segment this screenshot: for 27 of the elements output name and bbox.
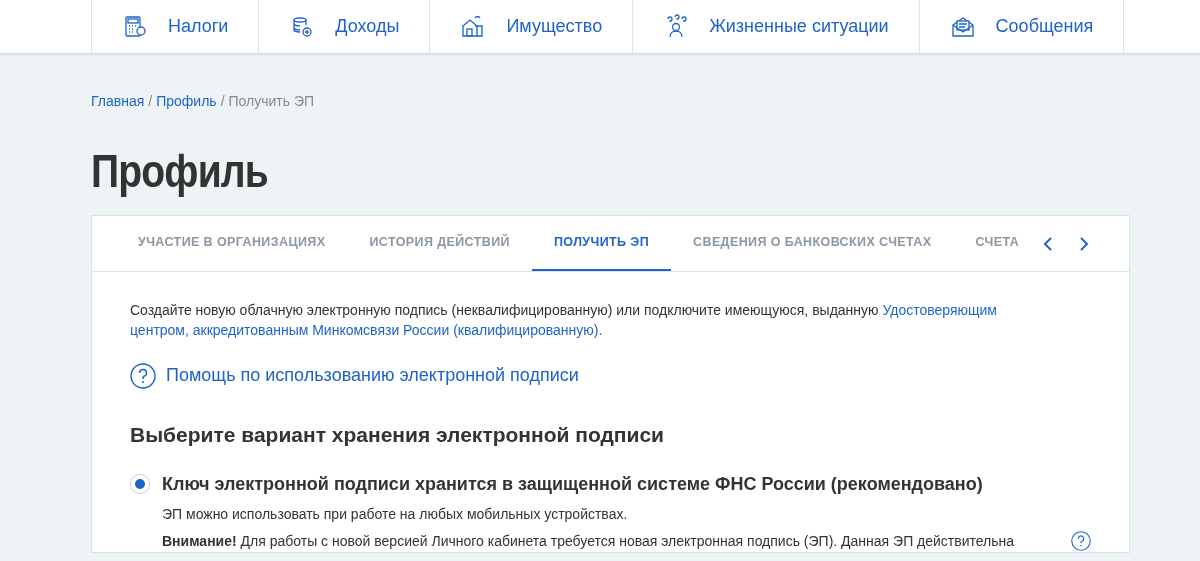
help-icon bbox=[130, 362, 156, 389]
intro-link[interactable]: Удостоверяющим bbox=[882, 302, 997, 318]
nav-item[interactable]: Жизненные ситуации bbox=[632, 0, 919, 53]
warning-text: Внимание! Для работы с новой версией Личного кабинета требуется новая электронная подпись (ЭП). Данная ЭП действительна bbox=[162, 531, 1015, 551]
breadcrumb-separator: / bbox=[148, 93, 153, 109]
help-link[interactable]: Помощь по использованию электронной подписи bbox=[130, 362, 579, 389]
intro-link[interactable]: центром, аккредитованным Минкомсвязи России (квалифицированную). bbox=[130, 322, 603, 338]
tab[interactable]: СВЕДЕНИЯ О БАНКОВСКИХ СЧЕТАХ bbox=[671, 216, 954, 271]
breadcrumb-link[interactable]: Главная bbox=[91, 93, 145, 109]
option-label: Ключ электронной подписи хранится в защищенной системе ФНС России (рекомендовано) bbox=[162, 472, 983, 496]
nav-item[interactable]: Имущество bbox=[429, 0, 633, 53]
nav-item[interactable]: Доходы bbox=[258, 0, 430, 53]
tab[interactable]: УЧАСТИЕ В ОРГАНИЗАЦИЯХ bbox=[116, 216, 348, 271]
help-icon[interactable] bbox=[1071, 530, 1091, 551]
tab[interactable]: ИСТОРИЯ ДЕЙСТВИЙ bbox=[347, 216, 532, 271]
breadcrumb-link[interactable]: Профиль bbox=[156, 93, 217, 109]
breadcrumb-current: Получить ЭП bbox=[228, 93, 315, 109]
tab[interactable]: СЧЕТА bbox=[953, 216, 1030, 271]
section-heading: Выберите вариант хранения электронной подписи bbox=[130, 421, 665, 447]
nav-item[interactable]: Сообщения bbox=[918, 0, 1125, 53]
option-description: ЭП можно использовать при работе на любых мобильных устройствах. bbox=[162, 504, 629, 524]
intro-text: Создайте новую облачную электронную подпись (неквалифицированную) или подключите имеющуюся, выданную bbox=[130, 302, 880, 318]
nav-item[interactable]: Налоги bbox=[91, 0, 259, 53]
radio-button[interactable] bbox=[130, 474, 150, 495]
calculator-icon bbox=[122, 13, 148, 40]
breadcrumb-separator: / bbox=[220, 93, 225, 109]
tab[interactable]: ПОЛУЧИТЬ ЭП bbox=[531, 216, 672, 271]
